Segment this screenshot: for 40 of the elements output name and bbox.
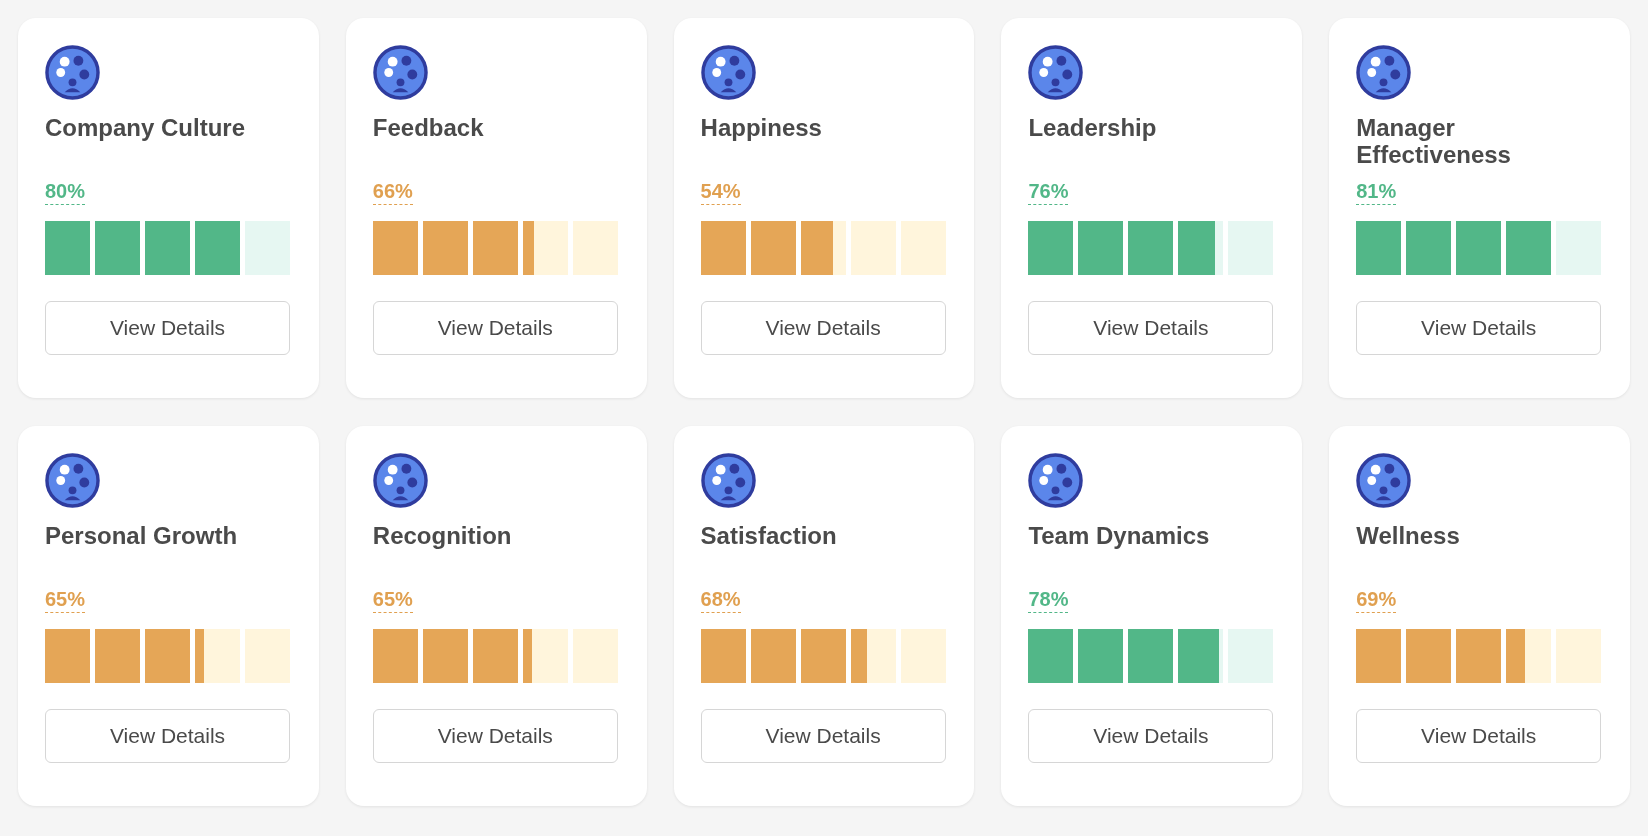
view-details-button[interactable]: View Details: [1028, 709, 1274, 763]
score-percent: 69%: [1356, 588, 1397, 613]
people-circle-icon: [45, 45, 100, 100]
view-details-button[interactable]: View Details: [45, 709, 290, 763]
card-title: Wellness: [1356, 522, 1461, 551]
view-details-button[interactable]: View Details: [45, 301, 290, 355]
card-title: Feedback: [372, 114, 485, 143]
score-percent: 78%: [1028, 588, 1069, 613]
score-percent: 81%: [1356, 180, 1397, 205]
people-circle-icon: [372, 453, 428, 508]
view-details-button[interactable]: View Details: [1028, 301, 1274, 355]
card-title: Leadership: [1028, 114, 1158, 143]
score-percent: 65%: [372, 588, 413, 613]
card-title: Recognition: [372, 522, 513, 551]
people-circle-icon: [372, 45, 428, 100]
view-details-button[interactable]: View Details: [372, 709, 618, 763]
people-circle-icon: [45, 453, 100, 508]
card-title: Company Culture: [45, 114, 246, 143]
view-details-button[interactable]: View Details: [700, 709, 946, 763]
card-title: Team Dynamics: [1028, 522, 1211, 551]
view-details-button[interactable]: View Details: [372, 301, 618, 355]
people-circle-icon: [700, 453, 756, 508]
score-percent: 80%: [45, 180, 86, 205]
score-percent: 76%: [1028, 180, 1069, 205]
score-percent: 68%: [700, 588, 741, 613]
people-circle-icon: [1028, 45, 1084, 100]
score-percent: 66%: [372, 180, 413, 205]
view-details-button[interactable]: View Details: [700, 301, 946, 355]
view-details-button[interactable]: View Details: [1356, 709, 1602, 763]
card-title: Satisfaction: [700, 522, 838, 551]
view-details-button[interactable]: View Details: [1356, 301, 1602, 355]
card-title: Manager Effectiveness: [1356, 114, 1512, 170]
people-circle-icon: [1356, 45, 1412, 100]
people-circle-icon: [700, 45, 756, 100]
score-percent: 54%: [700, 180, 741, 205]
score-percent: 65%: [45, 588, 86, 613]
people-circle-icon: [1356, 453, 1412, 508]
card-title: Personal Growth: [45, 522, 239, 551]
card-title: Happiness: [700, 114, 823, 143]
people-circle-icon: [1028, 453, 1084, 508]
